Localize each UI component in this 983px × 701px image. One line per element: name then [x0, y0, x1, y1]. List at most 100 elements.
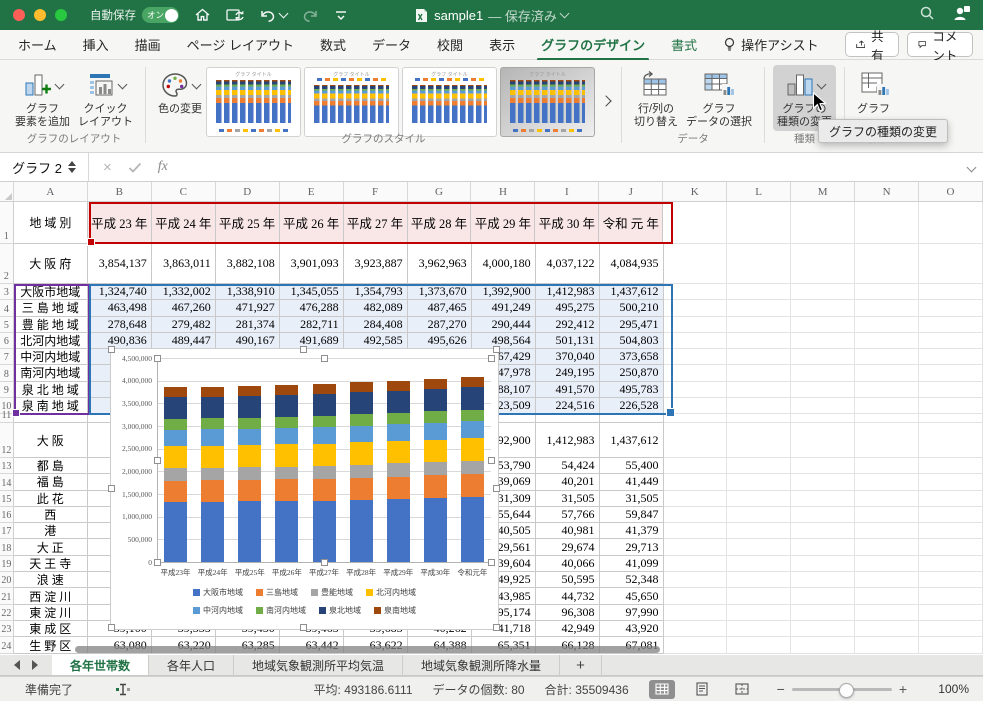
embedded-chart[interactable]: 0500,0001,000,0001,500,0002,000,0002,500…	[110, 348, 499, 630]
cell-J5[interactable]: 295,471	[600, 317, 664, 333]
cell-A12[interactable]: 大 阪	[14, 423, 88, 458]
column-header-G[interactable]: G	[408, 182, 472, 201]
selection-handle[interactable]	[108, 624, 115, 631]
cell-O20[interactable]	[919, 572, 983, 588]
cell-A16[interactable]: 西	[14, 507, 88, 523]
cell-B1[interactable]: 平成 23 年	[88, 202, 152, 244]
cell-M18[interactable]	[791, 539, 855, 555]
cell-A2[interactable]: 大 阪 府	[14, 244, 88, 284]
cell-I3[interactable]: 1,412,983	[536, 284, 600, 300]
bar-segment[interactable]	[238, 386, 261, 396]
bar-segment[interactable]	[350, 414, 373, 425]
cell-N5[interactable]	[855, 317, 919, 333]
bar-segment[interactable]	[350, 426, 373, 443]
cell-L14[interactable]	[727, 474, 791, 490]
cell-L5[interactable]	[727, 317, 791, 333]
cell-G1[interactable]: 平成 28 年	[408, 202, 472, 244]
bar-segment[interactable]	[461, 410, 484, 421]
cell-A1[interactable]: 地 域 別	[14, 202, 88, 244]
scroll-tabs-right-icon[interactable]	[32, 660, 38, 670]
cell-F6[interactable]: 492,585	[344, 333, 408, 349]
row-header-12[interactable]: 12	[0, 423, 14, 458]
add-chart-element-button[interactable]: グラフ 要素を追加	[11, 65, 74, 131]
cell-A15[interactable]: 此 花	[14, 491, 88, 507]
row-header-21[interactable]: 21	[0, 588, 14, 604]
cell-A14[interactable]: 福 島	[14, 474, 88, 490]
cell-N12[interactable]	[855, 423, 919, 458]
cell-O3[interactable]	[919, 284, 983, 300]
bar-segment[interactable]	[424, 498, 447, 562]
bar-segment[interactable]	[275, 428, 298, 444]
cell-K3[interactable]	[664, 284, 728, 300]
cell-I4[interactable]: 495,275	[536, 300, 600, 316]
selection-mode-icon[interactable]	[115, 682, 131, 697]
cell-L1[interactable]	[727, 202, 791, 244]
bar-segment[interactable]	[201, 387, 224, 397]
cell-K15[interactable]	[664, 491, 728, 507]
cell-L19[interactable]	[727, 556, 791, 572]
share-button[interactable]: 共有	[845, 32, 900, 57]
cell-K19[interactable]	[664, 556, 728, 572]
bar-segment[interactable]	[201, 397, 224, 419]
chart-style-thumbnail-2[interactable]: グラフ タイトル	[304, 67, 399, 137]
cell-O6[interactable]	[919, 333, 983, 349]
row-header-4[interactable]: 4	[0, 300, 14, 316]
cell-M8[interactable]	[791, 365, 855, 381]
cell-O8[interactable]	[919, 365, 983, 381]
cell-I19[interactable]: 40,066	[536, 556, 600, 572]
row-header-24[interactable]: 24	[0, 637, 14, 654]
tab-tell-me[interactable]: 操作アシスト	[723, 35, 818, 54]
cell-N16[interactable]	[855, 507, 919, 523]
bar-segment[interactable]	[238, 429, 261, 445]
bar-segment[interactable]	[461, 421, 484, 438]
change-colors-button[interactable]: 色の変更	[154, 65, 206, 118]
bar-segment[interactable]	[275, 501, 298, 562]
cell-A4[interactable]: 三 島 地 域	[14, 300, 88, 316]
column-header-C[interactable]: C	[152, 182, 216, 201]
cell-H5[interactable]: 290,444	[472, 317, 536, 333]
cell-M2[interactable]	[791, 244, 855, 284]
bar-segment[interactable]	[424, 379, 447, 389]
legend-item[interactable]: 豊能地域	[311, 587, 353, 598]
cell-M12[interactable]	[791, 423, 855, 458]
cancel-icon[interactable]: ×	[103, 160, 112, 175]
cell-J4[interactable]: 500,210	[600, 300, 664, 316]
bar-segment[interactable]	[238, 396, 261, 418]
cell-A21[interactable]: 西 淀 川	[14, 588, 88, 604]
chart-style-thumbnail-4[interactable]: グラフ タイトル	[500, 67, 595, 137]
cell-L13[interactable]	[727, 458, 791, 474]
cell-G4[interactable]: 487,465	[408, 300, 472, 316]
account-icon[interactable]	[951, 4, 971, 27]
cell-E6[interactable]: 491,689	[280, 333, 344, 349]
insert-function-icon[interactable]: fx	[158, 159, 168, 175]
cell-D6[interactable]: 490,167	[216, 333, 280, 349]
bar-segment[interactable]	[164, 481, 187, 502]
legend-item[interactable]: 泉南地域	[374, 605, 416, 616]
cell-N14[interactable]	[855, 474, 919, 490]
legend-item[interactable]: 三島地域	[256, 587, 298, 598]
select-all-corner[interactable]	[0, 182, 14, 201]
bar-segment[interactable]	[164, 419, 187, 430]
cell-O4[interactable]	[919, 300, 983, 316]
cell-L4[interactable]	[727, 300, 791, 316]
cell-N19[interactable]	[855, 556, 919, 572]
cell-A20[interactable]: 浪 速	[14, 572, 88, 588]
bar-segment[interactable]	[350, 465, 373, 478]
cell-K14[interactable]	[664, 474, 728, 490]
chart-style-thumbnail-1[interactable]: グラフ タイトル	[206, 67, 301, 137]
cell-G5[interactable]: 287,270	[408, 317, 472, 333]
selection-handle[interactable]	[108, 485, 115, 492]
cell-I12[interactable]: 1,412,983	[536, 423, 600, 458]
cell-J2[interactable]: 4,084,935	[600, 244, 664, 284]
cell-J6[interactable]: 504,803	[600, 333, 664, 349]
cell-J17[interactable]: 41,379	[600, 523, 664, 539]
formula-bar-expand-icon[interactable]	[967, 162, 977, 172]
cell-H2[interactable]: 4,000,180	[472, 244, 536, 284]
cell-K11[interactable]	[664, 414, 728, 423]
zoom-in-icon[interactable]: +	[899, 681, 907, 697]
minimize-window-button[interactable]	[34, 9, 46, 21]
cell-I23[interactable]: 42,949	[536, 621, 600, 638]
sync-icon[interactable]	[226, 8, 244, 23]
comments-button[interactable]: コメント	[907, 32, 973, 57]
cell-E3[interactable]: 1,345,055	[280, 284, 344, 300]
